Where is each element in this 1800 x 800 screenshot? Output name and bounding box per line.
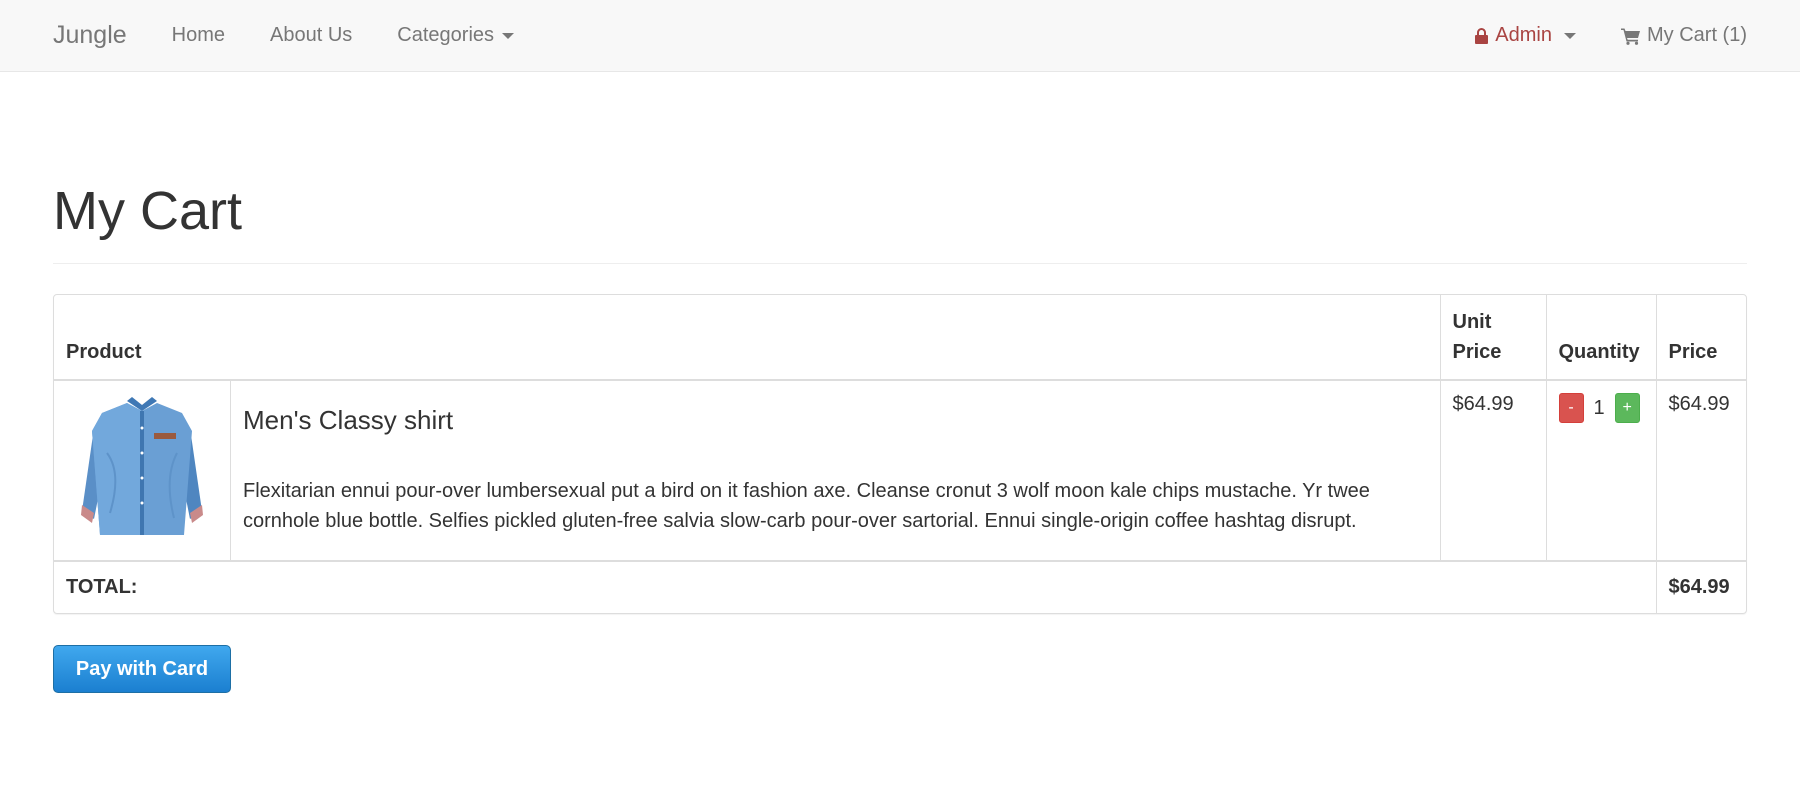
chevron-down-icon	[502, 32, 515, 39]
cart-table: Product Unit Price Quantity Price Men's …	[54, 295, 1746, 614]
pay-with-card-button[interactable]: Pay with Card	[53, 645, 231, 694]
admin-dropdown[interactable]: Admin	[1475, 24, 1576, 47]
page-header: My Cart	[53, 181, 1747, 265]
nav-categories[interactable]: Categories	[397, 24, 515, 47]
my-cart-label: My Cart (1)	[1647, 24, 1747, 46]
nav-about[interactable]: About Us	[270, 24, 352, 47]
cart-panel: Product Unit Price Quantity Price Men's …	[53, 294, 1747, 615]
increase-quantity-button[interactable]: +	[1614, 393, 1640, 424]
cart-icon	[1621, 28, 1640, 45]
header-unit-price: Unit Price	[1439, 295, 1547, 382]
table-header-row: Product Unit Price Quantity Price	[54, 295, 1746, 382]
shirt-image	[81, 397, 203, 536]
product-description: Flexitarian ennui pour-over lumbersexual…	[243, 480, 1370, 533]
total-label: TOTAL:	[54, 560, 1657, 614]
total-value: $64.99	[1655, 560, 1746, 614]
product-title: Men's Classy shirt	[243, 405, 454, 436]
decrease-quantity-button[interactable]: -	[1558, 393, 1584, 424]
page-title: My Cart	[53, 181, 242, 241]
my-cart-link[interactable]: My Cart (1)	[1621, 24, 1747, 47]
unit-price-cell: $64.99	[1439, 379, 1547, 562]
header-quantity: Quantity	[1545, 295, 1657, 382]
quantity-stepper: - 1 +	[1558, 393, 1644, 424]
product-image-cell	[54, 379, 231, 562]
main-content: My Cart Product Unit Price Quantity Pric…	[0, 181, 1800, 694]
navbar: Jungle Home About Us Categories Admin My…	[0, 0, 1800, 72]
table-row: Men's Classy shirt Flexitarian ennui pou…	[54, 379, 1746, 562]
total-row: TOTAL: $64.99	[54, 560, 1746, 614]
quantity-value: 1	[1593, 396, 1605, 419]
brand-link[interactable]: Jungle	[53, 21, 127, 50]
chevron-down-icon	[1564, 32, 1576, 39]
price-cell: $64.99	[1655, 379, 1746, 562]
lock-icon	[1475, 27, 1489, 44]
nav-right: Admin My Cart (1)	[1475, 24, 1747, 47]
admin-label: Admin	[1495, 24, 1552, 46]
header-price: Price	[1655, 295, 1746, 382]
nav-home[interactable]: Home	[172, 24, 225, 47]
product-info-cell: Men's Classy shirt Flexitarian ennui pou…	[230, 379, 1441, 562]
header-product: Product	[54, 295, 1441, 382]
quantity-cell: - 1 +	[1545, 379, 1657, 562]
nav-categories-label: Categories	[397, 24, 495, 46]
